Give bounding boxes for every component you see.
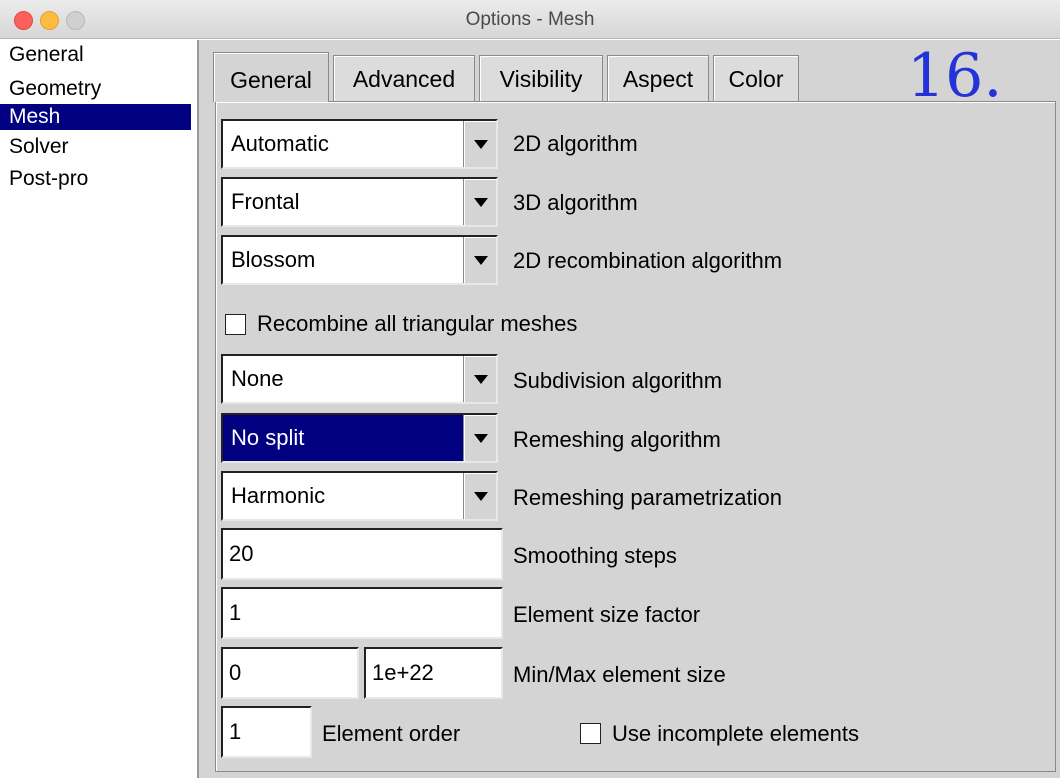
min-element-size-input[interactable]: 0 — [221, 647, 359, 699]
2d-algorithm-select[interactable]: Automatic — [221, 119, 498, 169]
element-order-input[interactable]: 1 — [221, 706, 312, 758]
incomplete-elements-checkbox[interactable] — [580, 723, 601, 744]
remeshing-parametrization-label: Remeshing parametrization — [513, 485, 783, 510]
tab-color[interactable]: Color — [713, 55, 799, 101]
remeshing-parametrization-select[interactable]: Harmonic — [221, 471, 498, 521]
category-geometry[interactable]: Geometry — [0, 76, 191, 102]
chevron-down-icon[interactable] — [463, 473, 496, 519]
subdivision-algorithm-label: Subdivision algorithm — [513, 368, 723, 393]
category-mesh[interactable]: Mesh — [0, 104, 191, 130]
tab-general[interactable]: General — [213, 52, 329, 102]
category-list[interactable]: General Geometry Mesh Solver Post-pro — [0, 40, 197, 778]
smoothing-steps-label: Smoothing steps — [513, 543, 677, 568]
recombine-all-label: Recombine all triangular meshes — [257, 311, 578, 336]
remeshing-algorithm-select[interactable]: No split — [221, 413, 498, 463]
chevron-down-icon[interactable] — [463, 121, 496, 167]
3d-algorithm-select[interactable]: Frontal — [221, 177, 498, 227]
tab-visibility[interactable]: Visibility — [479, 55, 603, 101]
window-title: Options - Mesh — [465, 9, 595, 30]
2d-algorithm-label: 2D algorithm — [513, 131, 638, 156]
category-solver[interactable]: Solver — [0, 134, 191, 160]
chevron-down-icon[interactable] — [463, 179, 496, 225]
element-size-factor-label: Element size factor — [513, 602, 701, 627]
element-order-label: Element order — [322, 721, 461, 746]
category-general[interactable]: General — [0, 42, 191, 68]
smoothing-steps-input[interactable]: 20 — [221, 528, 503, 580]
tab-aspect[interactable]: Aspect — [607, 55, 709, 101]
subdivision-algorithm-select[interactable]: None — [221, 354, 498, 404]
min-max-element-size-label: Min/Max element size — [513, 662, 726, 687]
3d-algorithm-label: 3D algorithm — [513, 190, 638, 215]
title-bar: Options - Mesh — [0, 0, 1060, 39]
tab-advanced[interactable]: Advanced — [333, 55, 475, 101]
remeshing-algorithm-label: Remeshing algorithm — [513, 427, 721, 452]
chevron-down-icon[interactable] — [463, 356, 496, 402]
2d-recombination-label: 2D recombination algorithm — [513, 248, 783, 273]
element-size-factor-input[interactable]: 1 — [221, 587, 503, 639]
options-panel: General Advanced Visibility Aspect Color… — [197, 40, 1060, 778]
chevron-down-icon[interactable] — [463, 415, 496, 461]
max-element-size-input[interactable]: 1e+22 — [364, 647, 503, 699]
general-pane: Automatic 2D algorithm Frontal 3D algori… — [215, 101, 1056, 772]
2d-recombination-select[interactable]: Blossom — [221, 235, 498, 285]
chevron-down-icon[interactable] — [463, 237, 496, 283]
incomplete-elements-label: Use incomplete elements — [612, 721, 860, 746]
recombine-all-checkbox[interactable] — [225, 314, 246, 335]
category-post-pro[interactable]: Post-pro — [0, 166, 191, 192]
